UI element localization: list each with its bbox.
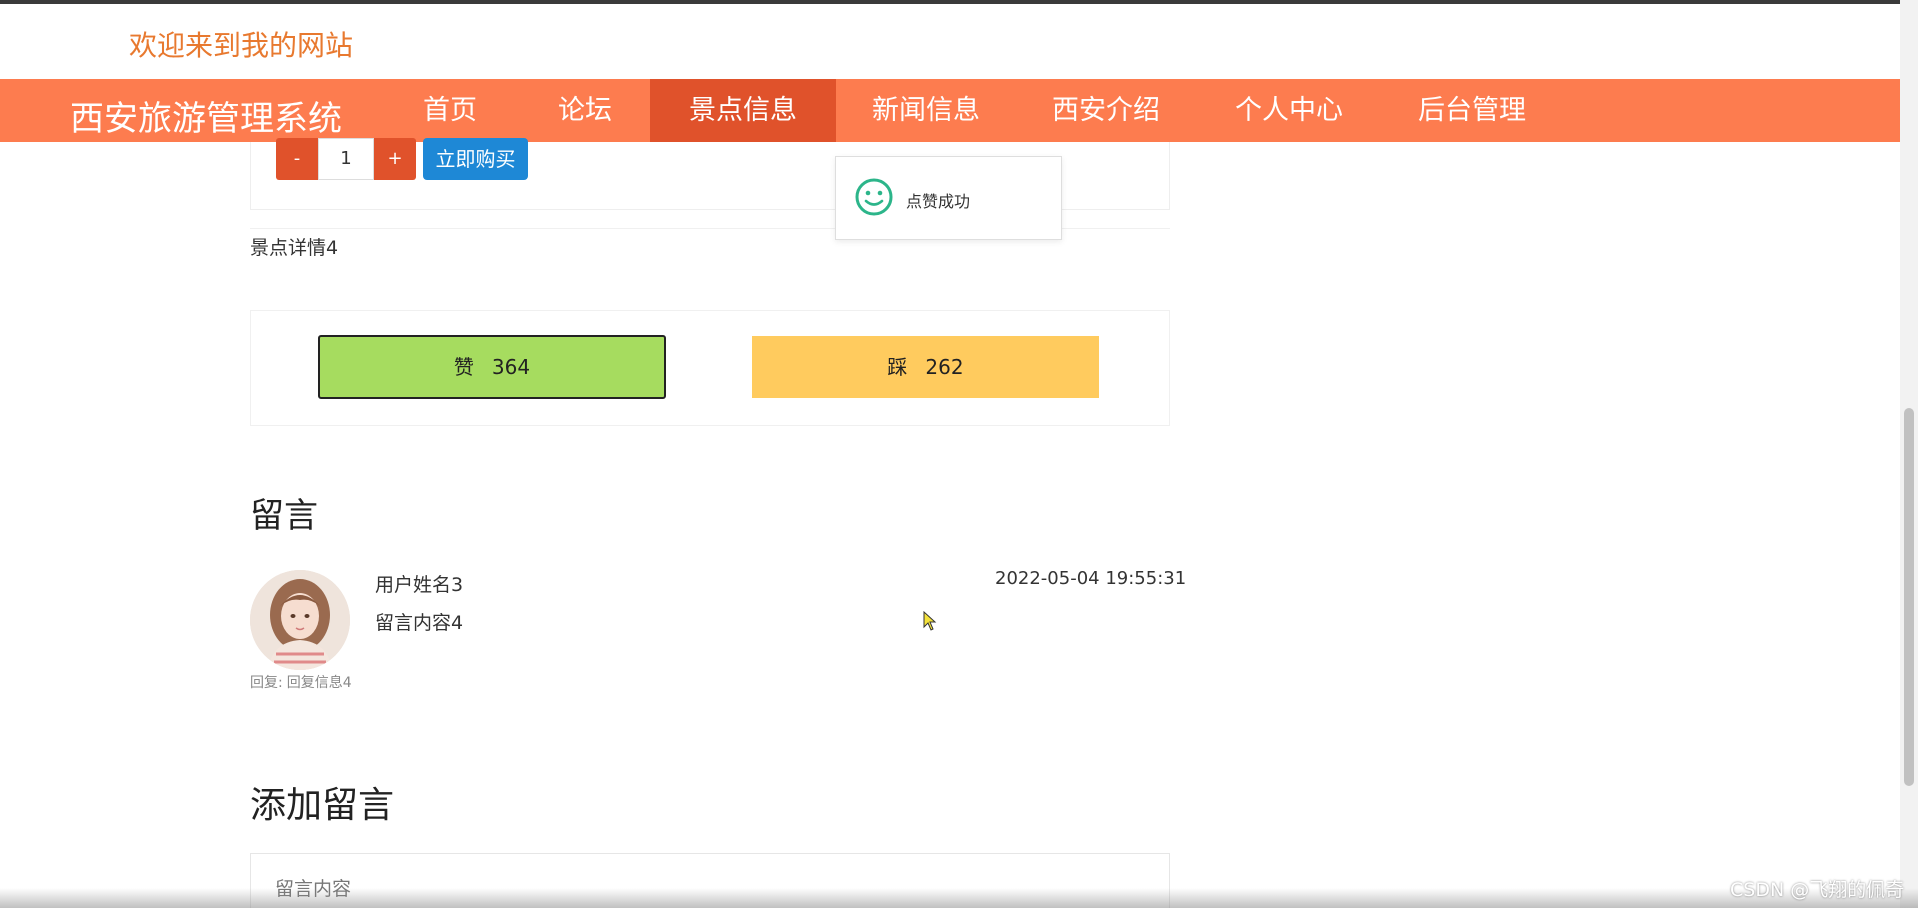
mouse-cursor-icon [923, 611, 937, 631]
browser-top-edge [0, 0, 1918, 4]
comment-username: 用户姓名3 [375, 574, 464, 596]
main-nav: 西安旅游管理系统 首页 论坛 景点信息 新闻信息 西安介绍 个人中心 后台管理 [0, 79, 1900, 142]
dislike-button[interactable]: 踩 262 [752, 336, 1099, 398]
comment-content: 留言内容4 [375, 612, 464, 634]
quantity-input[interactable]: 1 [318, 138, 374, 180]
site-brand: 西安旅游管理系统 [70, 99, 342, 139]
comment-timestamp: 2022-05-04 19:55:31 [995, 568, 1187, 589]
comment-reply: 回复: 回复信息4 [250, 672, 356, 692]
dislike-count: 262 [925, 355, 964, 379]
watermark-text: CSDN @飞翔的佩奇 [1730, 879, 1905, 901]
avatar [250, 570, 350, 670]
smile-icon [855, 178, 893, 216]
nav-item-personal-center[interactable]: 个人中心 [1210, 79, 1368, 142]
welcome-text: 欢迎来到我的网站 [129, 29, 354, 62]
nav-item-attractions[interactable]: 景点信息 [650, 79, 836, 142]
messages-heading: 留言 [250, 496, 318, 536]
add-message-heading: 添加留言 [250, 785, 395, 826]
page-scrollbar[interactable] [1900, 0, 1918, 908]
nav-item-home[interactable]: 首页 [400, 79, 500, 142]
buy-now-button[interactable]: 立即购买 [423, 138, 528, 180]
scrollbar-thumb[interactable] [1904, 408, 1914, 786]
like-count: 364 [491, 355, 531, 379]
like-button[interactable]: 赞 364 [318, 335, 666, 399]
nav-item-xian-intro[interactable]: 西安介绍 [1032, 79, 1180, 142]
quantity-increase-button[interactable]: + [374, 138, 416, 180]
attraction-detail-text: 景点详情4 [250, 237, 339, 259]
reply-text: 回复信息4 [286, 675, 352, 691]
quantity-decrease-button[interactable]: - [276, 138, 318, 180]
like-label: 赞 [453, 355, 474, 379]
nav-item-forum[interactable]: 论坛 [530, 79, 640, 142]
like-success-toast: 点赞成功 [835, 156, 1062, 240]
nav-item-news[interactable]: 新闻信息 [852, 79, 1000, 142]
nav-item-admin[interactable]: 后台管理 [1396, 79, 1548, 142]
bottom-overlay [0, 888, 1918, 908]
reply-label: 回复: [250, 675, 283, 691]
avatar-illustration [250, 570, 350, 670]
dislike-label: 踩 [887, 355, 908, 379]
toast-message: 点赞成功 [906, 192, 971, 211]
